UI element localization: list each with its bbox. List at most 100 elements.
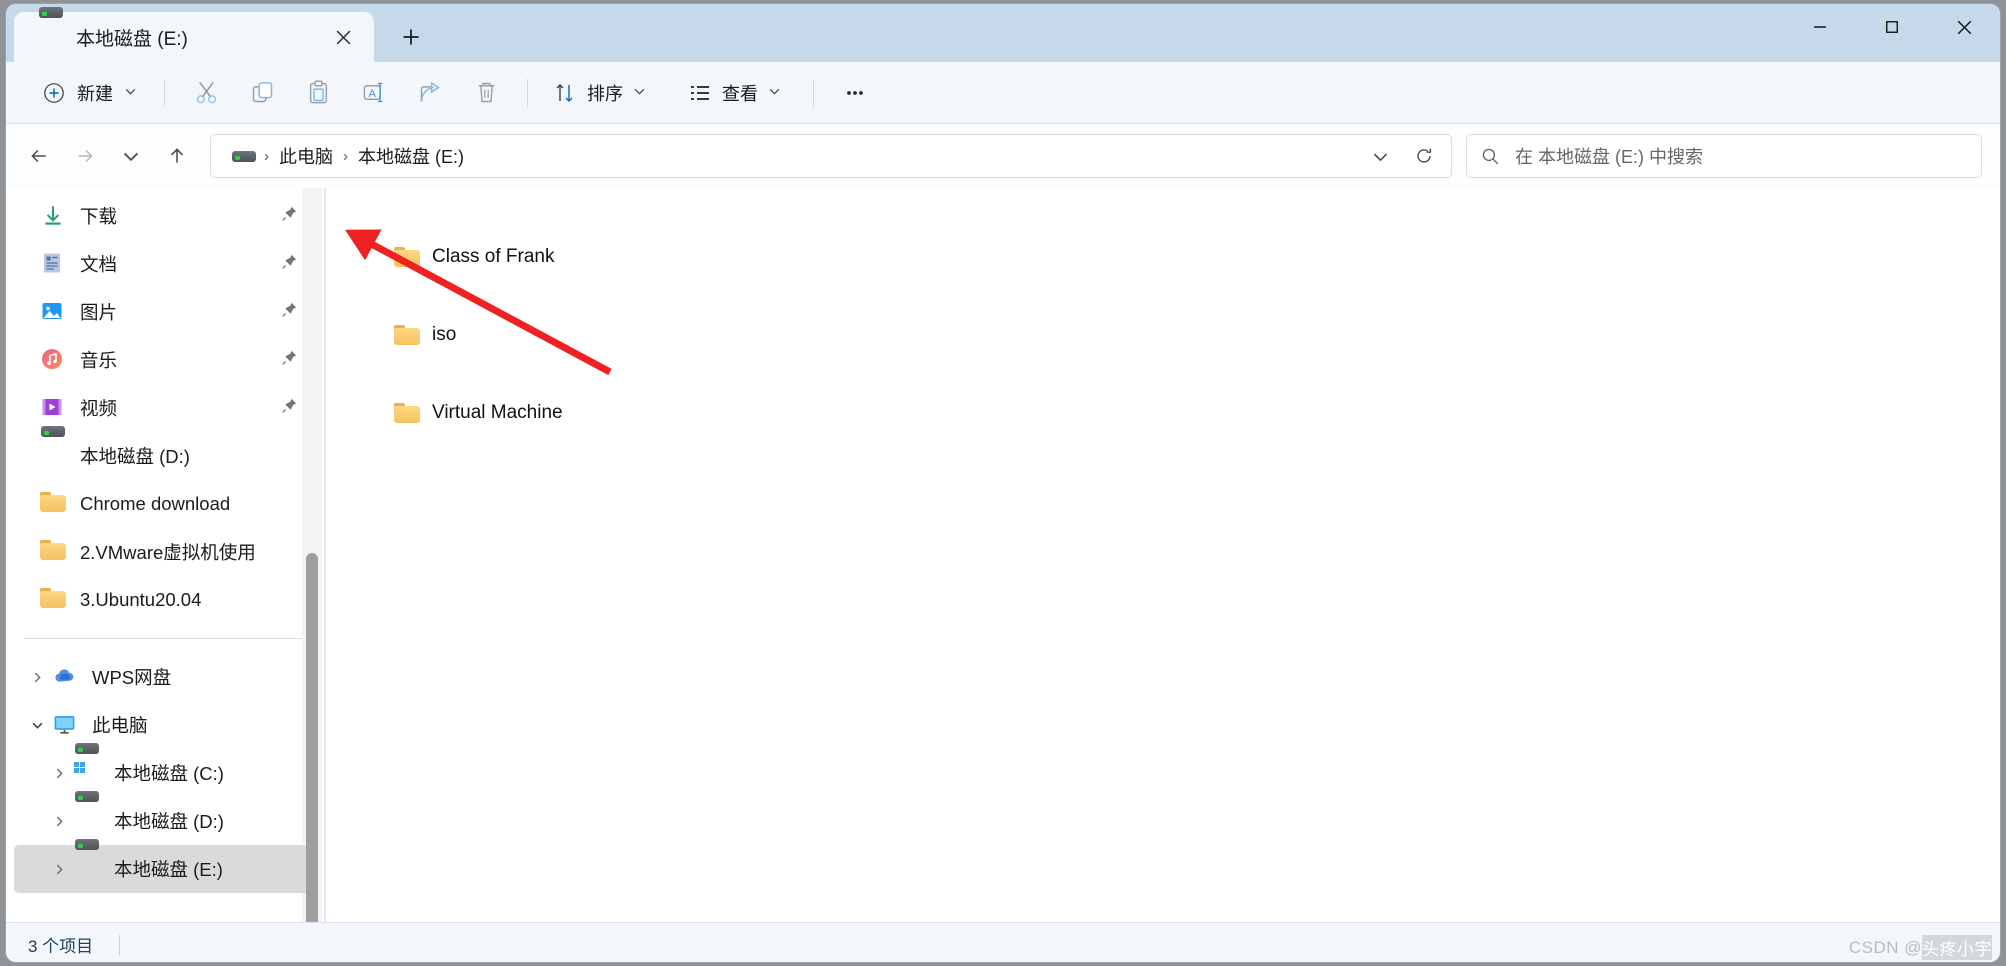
view-button[interactable]: 查看 — [676, 71, 793, 115]
breadcrumb-separator-2: › — [343, 147, 348, 165]
sidebar-item-label: 本地磁盘 (E:) — [114, 859, 223, 880]
music-icon — [40, 347, 66, 373]
breadcrumb-drive-icon — [225, 144, 261, 168]
back-icon — [31, 149, 46, 163]
sidebar-item-label: 文档 — [80, 254, 118, 275]
folder-icon — [40, 539, 66, 565]
explorer-body: 下载 文档 图片 音乐 视频 本地磁盘 (D:) Chrome download… — [6, 188, 2000, 922]
chevron-down-icon[interactable] — [22, 719, 52, 732]
sidebar-item-local-disk-c[interactable]: 本地磁盘 (C:) — [14, 743, 316, 797]
pin-icon[interactable] — [281, 301, 298, 323]
sidebar-item-local-disk-d-quick[interactable]: 本地磁盘 (D:) — [14, 426, 316, 480]
sort-icon — [556, 83, 573, 102]
svg-text:A: A — [368, 88, 376, 100]
new-button[interactable]: 新建 — [28, 71, 151, 115]
paste-button[interactable] — [290, 71, 346, 115]
item-count-label: 3 个项目 — [28, 937, 94, 956]
sidebar-item-label: 2.VMware虚拟机使用 — [80, 542, 256, 563]
rename-icon: A — [363, 82, 382, 103]
sort-button[interactable]: 排序 — [541, 71, 658, 115]
share-icon — [420, 81, 440, 102]
status-bar: 3 个项目 — [6, 922, 2000, 962]
list-item[interactable]: Class of Frank — [326, 232, 2000, 282]
sort-label: 排序 — [587, 83, 623, 104]
share-button[interactable] — [402, 71, 458, 115]
navigation-bar: › 此电脑 › 本地磁盘 (E:) 在 本地磁盘 (E:) 中搜索 — [6, 124, 2000, 188]
pin-icon[interactable] — [281, 397, 298, 419]
file-name: iso — [432, 324, 457, 345]
list-item[interactable]: iso — [326, 310, 2000, 360]
refresh-button[interactable] — [1405, 138, 1443, 174]
chevron-down-icon — [768, 82, 781, 103]
list-item[interactable]: Virtual Machine — [326, 388, 2000, 438]
up-icon — [170, 148, 184, 163]
pin-icon[interactable] — [281, 253, 298, 275]
sidebar-item-local-disk-d[interactable]: 本地磁盘 (D:) — [14, 791, 316, 845]
sidebar-item-chrome-download[interactable]: Chrome download — [14, 480, 316, 528]
chevron-right-icon[interactable] — [44, 815, 74, 828]
cut-button[interactable] — [178, 71, 234, 115]
sidebar-item-pictures[interactable]: 图片 — [14, 288, 316, 336]
minimize-button[interactable] — [1784, 4, 1856, 50]
copy-button[interactable] — [234, 71, 290, 115]
sidebar-item-downloads[interactable]: 下载 — [14, 192, 316, 240]
watermark-prefix: CSDN @ — [1848, 937, 1922, 957]
sidebar-item-vmware[interactable]: 2.VMware虚拟机使用 — [14, 528, 316, 576]
delete-button[interactable] — [458, 71, 514, 115]
chevron-down-icon — [1373, 153, 1387, 161]
forward-button[interactable] — [62, 135, 108, 177]
folder-icon — [40, 491, 66, 517]
chevron-down-icon — [633, 82, 646, 103]
sidebar-item-label: Chrome download — [80, 493, 231, 514]
back-button[interactable] — [16, 135, 62, 177]
pin-icon[interactable] — [281, 349, 298, 371]
recent-locations-button[interactable] — [108, 135, 154, 177]
search-icon — [1481, 147, 1500, 166]
breadcrumb-item-this-pc[interactable]: 此电脑 — [272, 140, 340, 172]
sidebar-scrollbar-thumb[interactable] — [306, 553, 318, 922]
file-name: Virtual Machine — [432, 402, 563, 423]
sidebar-item-local-disk-e[interactable]: 本地磁盘 (E:) — [14, 839, 316, 893]
sidebar-item-label: 本地磁盘 (D:) — [80, 446, 190, 467]
up-button[interactable] — [154, 135, 200, 177]
see-more-button[interactable] — [827, 71, 883, 115]
sidebar-item-videos[interactable]: 视频 — [14, 384, 316, 432]
drive-icon — [74, 791, 100, 834]
new-button-label: 新建 — [77, 83, 113, 104]
close-icon[interactable] — [326, 20, 360, 54]
address-bar[interactable]: › 此电脑 › 本地磁盘 (E:) — [210, 134, 1452, 178]
sidebar-item-label: 3.Ubuntu20.04 — [80, 589, 202, 610]
windows-drive-icon — [74, 743, 100, 786]
toolbar-divider-3 — [813, 78, 814, 107]
this-pc-icon — [52, 712, 78, 738]
search-input[interactable]: 在 本地磁盘 (E:) 中搜索 — [1466, 134, 1982, 178]
command-bar: 新建 A 排序 查看 — [6, 62, 2000, 124]
new-tab-button[interactable] — [390, 16, 432, 58]
maximize-button[interactable] — [1856, 4, 1928, 50]
file-list[interactable]: Class of Frank iso Virtual Machine — [326, 188, 2000, 922]
sidebar-item-wps-cloud[interactable]: WPS网盘 — [14, 653, 316, 701]
sidebar-item-music[interactable]: 音乐 — [14, 336, 316, 384]
breadcrumb-item-local-disk-e[interactable]: 本地磁盘 (E:) — [351, 140, 471, 172]
delete-icon — [478, 82, 494, 103]
sidebar-item-label: 此电脑 — [92, 715, 148, 736]
chevron-right-icon[interactable] — [44, 767, 74, 780]
chevron-right-icon[interactable] — [22, 671, 52, 684]
drive-icon — [38, 7, 64, 50]
sidebar-item-this-pc[interactable]: 此电脑 — [14, 701, 316, 749]
sidebar-item-label: WPS网盘 — [92, 667, 172, 688]
address-dropdown-button[interactable] — [1361, 138, 1399, 174]
chevron-right-icon[interactable] — [44, 863, 74, 876]
documents-icon — [40, 251, 66, 277]
view-label: 查看 — [722, 83, 758, 104]
sidebar-item-label: 本地磁盘 (C:) — [114, 763, 224, 784]
sidebar-item-documents[interactable]: 文档 — [14, 240, 316, 288]
drive-icon — [40, 426, 66, 469]
rename-button[interactable]: A — [346, 71, 402, 115]
pin-icon[interactable] — [281, 205, 298, 227]
drive-icon — [74, 839, 100, 882]
tab-local-disk-e[interactable]: 本地磁盘 (E:) — [14, 7, 374, 62]
close-button[interactable] — [1928, 4, 2000, 50]
sidebar-item-ubuntu[interactable]: 3.Ubuntu20.04 — [14, 576, 316, 624]
plus-circle-icon — [44, 82, 64, 103]
